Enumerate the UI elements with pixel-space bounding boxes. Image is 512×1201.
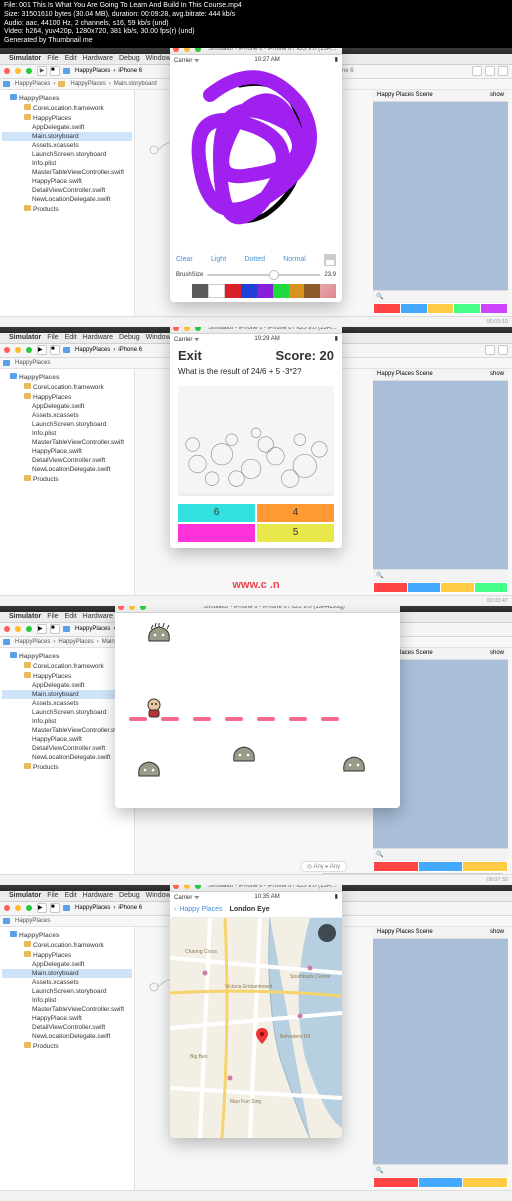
stop-button[interactable]: ■	[50, 66, 60, 76]
svg-text:Belvedere Rd: Belvedere Rd	[280, 1034, 311, 1040]
panel-game: Simulator FileEditHardware DebugWindowHe…	[0, 606, 512, 885]
answer-option[interactable]: 5	[257, 524, 334, 542]
svg-text:Man Fun Sing: Man Fun Sing	[230, 1099, 261, 1105]
enemy-hedgehog-icon	[145, 623, 173, 647]
size-class-control[interactable]: ◎ Any ▸ Any	[300, 861, 347, 872]
timestamp: 00:03:10	[0, 316, 512, 326]
panel-quiz: Simulator FileEdit HardwareDebug WindowH…	[0, 327, 512, 606]
map-view[interactable]: Charing Cross Victoria Embankment Big Be…	[170, 918, 342, 1138]
answer-grid: 6 4 5	[170, 500, 342, 548]
score-label: Score: 20	[275, 348, 334, 363]
exit-button[interactable]: Exit	[178, 348, 202, 363]
project-navigator[interactable]: HappyPlaces CoreLocation.framework Happy…	[0, 369, 135, 605]
normal-button[interactable]: Normal	[283, 256, 306, 263]
run-button[interactable]: ▶	[37, 66, 47, 76]
project-navigator[interactable]: HappyPlaces CoreLocation.framework Happy…	[0, 927, 135, 1200]
game-canvas[interactable]	[115, 613, 400, 808]
ios-simulator-window[interactable]: Simulator - iPhone 6 - iPhone 6 / iOS 9.…	[170, 48, 342, 302]
back-button[interactable]: Happy Places	[179, 906, 222, 913]
brushsize-label: BrushSize	[176, 272, 203, 278]
project-navigator[interactable]: HappyPlaces CoreLocation.framework Happy…	[0, 90, 135, 326]
enemy-hedgehog-icon	[230, 743, 258, 767]
paint-drawing-canvas[interactable]	[170, 65, 342, 250]
rope-obstacle	[129, 708, 386, 712]
clear-button[interactable]: Clear	[176, 256, 193, 263]
object-library-search[interactable]: 🔍	[373, 290, 508, 302]
video-metadata-block: File: 001 This Is What You Are Going To …	[0, 0, 512, 48]
answer-option[interactable]	[178, 524, 255, 542]
inspector-panel[interactable]: Happy Places Sceneshow 🔍	[373, 90, 508, 314]
app-name[interactable]: Simulator	[9, 55, 41, 62]
watermark: www.c .n	[232, 579, 279, 591]
scheme-name[interactable]: HappyPlaces	[75, 68, 110, 74]
panel-map: Simulator FileEditHardware DebugWindowHe…	[0, 885, 512, 1201]
player-character-icon	[143, 697, 165, 719]
question-image	[178, 386, 334, 496]
nav-title: London Eye	[230, 906, 270, 913]
svg-text:Victoria Embankment: Victoria Embankment	[225, 984, 273, 990]
ios-simulator-window-landscape[interactable]: Simulator - iPhone 6 - iPhone 6 / iOS 9.…	[115, 606, 400, 808]
svg-text:Southbank Centre: Southbank Centre	[290, 974, 331, 980]
brushsize-slider[interactable]	[207, 274, 320, 276]
answer-option[interactable]: 6	[178, 504, 255, 522]
enemy-hedgehog-icon	[340, 753, 368, 777]
question-text: What is the result of 24/6 + 5 -3*2?	[170, 367, 342, 382]
svg-text:Big Ben: Big Ben	[190, 1054, 208, 1060]
panel-paint: Simulator File Edit Hardware Debug Windo…	[0, 48, 512, 327]
brushsize-value: 23.9	[324, 272, 336, 278]
file-main-storyboard[interactable]: Main.storyboard	[2, 132, 132, 141]
light-button[interactable]: Light	[211, 256, 226, 263]
poi-label: Charing Cross	[185, 949, 217, 955]
eraser-icon[interactable]	[320, 284, 336, 298]
ios-simulator-window[interactable]: Simulator - iPhone 6 - iPhone 6 / iOS 9.…	[170, 327, 342, 548]
color-palette[interactable]	[176, 284, 336, 298]
compass-icon[interactable]	[318, 924, 336, 942]
dotted-button[interactable]: Dotted	[244, 256, 265, 263]
save-icon[interactable]	[324, 254, 336, 266]
ios-simulator-window[interactable]: Simulator - iPhone 6 - iPhone 6 / iOS 9.…	[170, 885, 342, 1138]
answer-option[interactable]: 4	[257, 504, 334, 522]
back-chevron-icon[interactable]: ‹	[174, 906, 176, 913]
enemy-hedgehog-icon	[135, 758, 163, 782]
ios-status-bar: Carrier ᯤ10:27 AM▮	[170, 55, 342, 65]
